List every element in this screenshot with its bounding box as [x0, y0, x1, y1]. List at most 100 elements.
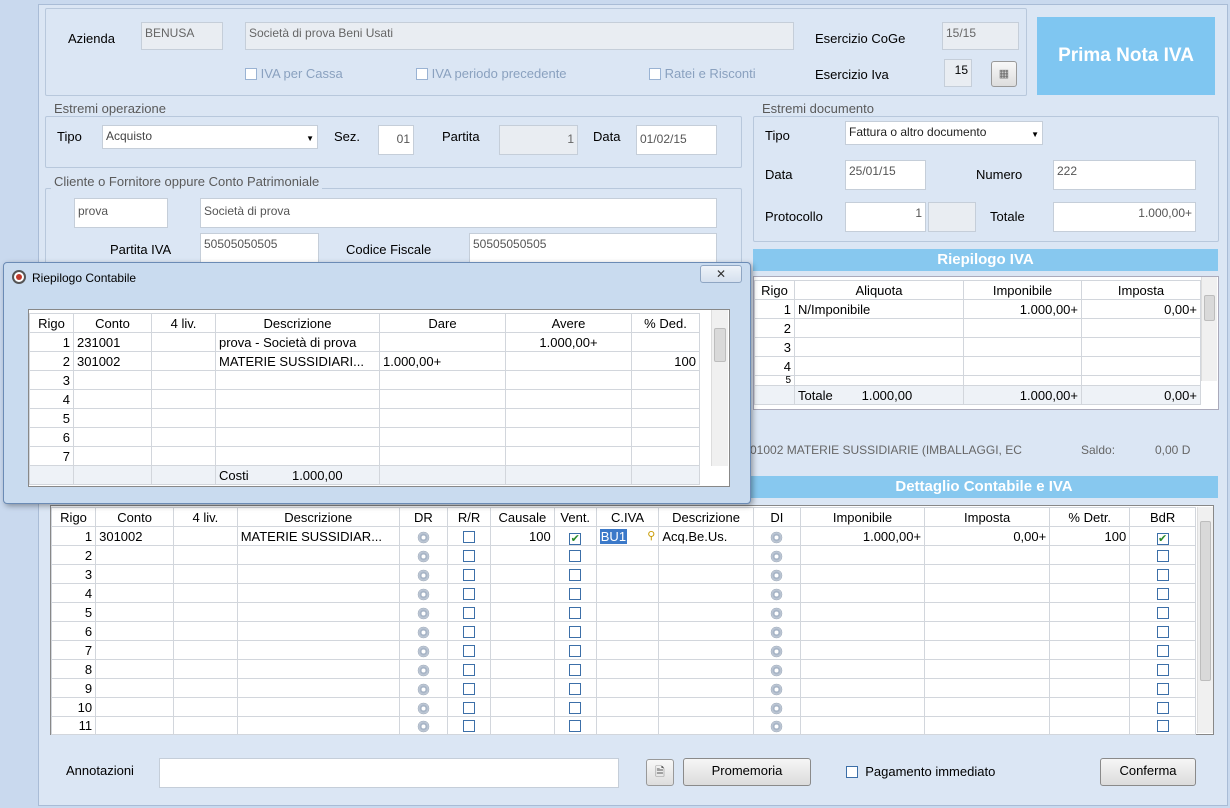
det-vent-check[interactable]: [553, 583, 597, 603]
table-row[interactable]: 6: [29, 427, 700, 447]
gear-icon[interactable]: [416, 644, 430, 658]
det-imposta[interactable]: [924, 697, 1051, 717]
det-descrizione[interactable]: [236, 697, 400, 717]
table-row[interactable]: 9: [50, 678, 1196, 698]
cliente-name-field[interactable]: Società di prova: [200, 198, 717, 228]
piva-field[interactable]: 50505050505: [200, 233, 319, 263]
pop-ded[interactable]: [631, 332, 700, 352]
pagamento-check[interactable]: [846, 766, 858, 778]
det-imponibile[interactable]: [799, 621, 926, 641]
pop-4liv[interactable]: [151, 408, 216, 428]
det-vent-check[interactable]: [569, 663, 582, 676]
det-gear-cell[interactable]: [752, 621, 801, 641]
det-rr-check[interactable]: [463, 549, 476, 562]
det-gear-cell[interactable]: [752, 697, 801, 717]
riva-imponibile[interactable]: 1.000,00+: [963, 299, 1082, 319]
det-imponibile[interactable]: [799, 602, 926, 622]
document-icon[interactable]: 🗎: [646, 759, 674, 786]
det-bdr-check[interactable]: [1156, 606, 1169, 619]
gear-icon[interactable]: [770, 625, 784, 639]
det-rr-check[interactable]: [447, 716, 492, 735]
civa-value[interactable]: BU1: [599, 528, 628, 544]
det-imposta[interactable]: [924, 678, 1051, 698]
gear-icon[interactable]: [770, 644, 784, 658]
pop-descrizione[interactable]: [215, 408, 380, 428]
pop-descrizione[interactable]: [215, 370, 380, 390]
azienda-name-field[interactable]: Società di prova Beni Usati: [245, 22, 794, 50]
gear-icon[interactable]: [416, 625, 430, 639]
partita-field[interactable]: 1: [499, 125, 578, 155]
det-rr-check[interactable]: [463, 587, 476, 600]
pop-4liv[interactable]: [151, 332, 216, 352]
det-detr[interactable]: [1049, 583, 1131, 603]
annotazioni-field[interactable]: [159, 758, 619, 788]
det-civa[interactable]: [595, 564, 660, 584]
det-causale[interactable]: [490, 602, 555, 622]
det-causale[interactable]: [490, 583, 555, 603]
key-icon[interactable]: ⚲: [647, 528, 655, 545]
pop-conto[interactable]: [73, 446, 152, 466]
table-row[interactable]: 1 231001 prova - Società di prova 1.000,00+: [29, 332, 700, 352]
op-tipo-select[interactable]: Acquisto ▼: [102, 125, 318, 149]
det-4liv[interactable]: [173, 564, 238, 584]
det-rr-check[interactable]: [447, 545, 492, 565]
gear-icon[interactable]: [770, 530, 784, 544]
table-row[interactable]: 10: [50, 697, 1196, 717]
det-bdr-check[interactable]: [1156, 625, 1169, 638]
promemoria-button[interactable]: Promemoria: [683, 758, 811, 786]
det-descrizione-iva[interactable]: Acq.Be.Us.: [658, 526, 754, 546]
det-rr-check[interactable]: [463, 682, 476, 695]
det-imposta[interactable]: [924, 583, 1051, 603]
det-rr-check[interactable]: [447, 678, 492, 698]
table-row[interactable]: 4: [754, 356, 1201, 376]
pop-avere[interactable]: [505, 446, 632, 466]
dettaglio-scrollbar[interactable]: [1197, 507, 1213, 733]
numero-field[interactable]: 222: [1053, 160, 1196, 190]
table-row[interactable]: 11: [50, 716, 1196, 735]
pop-4liv[interactable]: [151, 446, 216, 466]
det-vent-check[interactable]: [553, 621, 597, 641]
det-detr[interactable]: 100: [1049, 526, 1131, 546]
pop-avere[interactable]: [505, 389, 632, 409]
totale-field[interactable]: 1.000,00+: [1053, 202, 1196, 232]
det-imposta[interactable]: [924, 602, 1051, 622]
det-descrizione-iva[interactable]: [658, 697, 754, 717]
riva-imposta[interactable]: [1081, 337, 1201, 357]
pop-conto[interactable]: [73, 427, 152, 447]
pop-descrizione[interactable]: [215, 427, 380, 447]
riva-imponibile[interactable]: [963, 337, 1082, 357]
riva-aliquota[interactable]: N/Imponibile: [794, 299, 964, 319]
det-civa[interactable]: [595, 716, 660, 735]
det-bdr-check[interactable]: [1156, 720, 1169, 732]
det-gear-cell[interactable]: [398, 564, 449, 584]
det-descrizione[interactable]: MATERIE SUSSIDIAR...: [236, 526, 400, 546]
det-vent-check[interactable]: [553, 602, 597, 622]
det-rr-check[interactable]: [447, 621, 492, 641]
pop-descrizione[interactable]: [215, 389, 380, 409]
det-conto[interactable]: [95, 678, 175, 698]
det-detr[interactable]: [1049, 621, 1131, 641]
protocollo-suffix-field[interactable]: [928, 202, 976, 232]
det-rr-check[interactable]: [463, 606, 476, 619]
table-row[interactable]: 7: [50, 640, 1196, 660]
det-detr[interactable]: [1049, 659, 1131, 679]
det-causale[interactable]: [490, 640, 555, 660]
det-4liv[interactable]: [173, 583, 238, 603]
det-bdr-check[interactable]: [1129, 640, 1196, 660]
det-gear-cell[interactable]: [752, 526, 801, 546]
det-vent-check[interactable]: [553, 659, 597, 679]
pop-ded[interactable]: [631, 370, 700, 390]
det-4liv[interactable]: [173, 602, 238, 622]
pop-conto[interactable]: [73, 370, 152, 390]
pop-conto[interactable]: 231001: [73, 332, 152, 352]
det-civa[interactable]: [595, 583, 660, 603]
gear-icon[interactable]: [416, 549, 430, 563]
det-bdr-check[interactable]: [1156, 682, 1169, 695]
table-row[interactable]: 2: [754, 318, 1201, 338]
det-bdr-check[interactable]: [1129, 716, 1196, 735]
esercizio-iva-field[interactable]: 15: [944, 59, 972, 87]
det-descrizione-iva[interactable]: [658, 716, 754, 735]
det-gear-cell[interactable]: [398, 678, 449, 698]
iva-cassa-check[interactable]: [245, 68, 257, 80]
det-imposta[interactable]: [924, 621, 1051, 641]
